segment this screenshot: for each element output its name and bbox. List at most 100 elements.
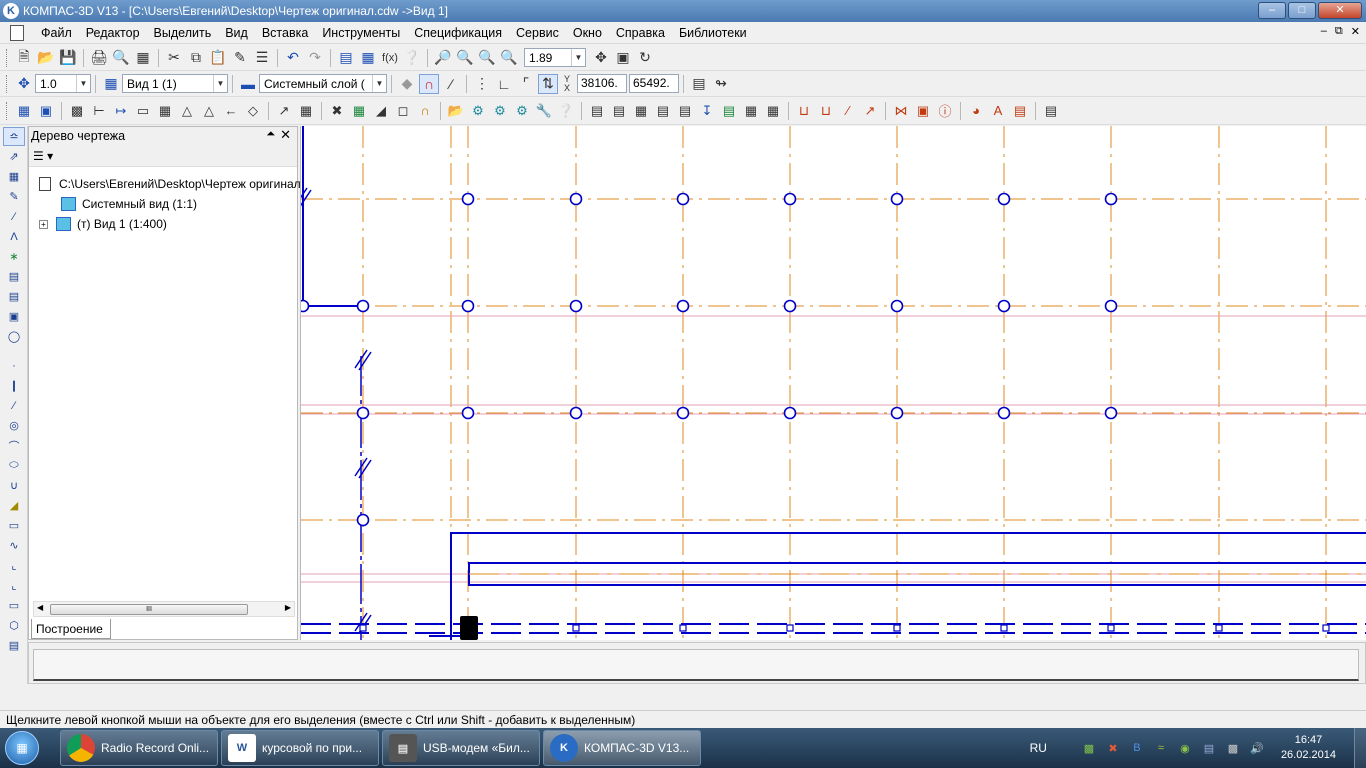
- arc-icon[interactable]: ⌒: [3, 436, 25, 455]
- minimize-button[interactable]: –: [1258, 2, 1286, 19]
- round-icon[interactable]: ⇅: [538, 73, 558, 94]
- beam-node[interactable]: [1000, 624, 1008, 632]
- print-preview-icon[interactable]: 🔍: [111, 48, 131, 68]
- geometry-panel-icon[interactable]: ▦: [14, 101, 34, 121]
- spec-sync-icon[interactable]: ▤: [719, 101, 739, 121]
- grid-icon[interactable]: ⋮: [472, 74, 492, 94]
- local-cs-icon[interactable]: ∟: [494, 74, 514, 94]
- column-node[interactable]: [997, 299, 1011, 313]
- arrow-back-icon[interactable]: ←: [221, 101, 241, 121]
- variables-icon[interactable]: ▦: [358, 48, 378, 68]
- line-dim-icon[interactable]: ↦: [111, 101, 131, 121]
- network-status-icon[interactable]: ▩: [1081, 741, 1097, 755]
- bar-icon[interactable]: ∩: [415, 101, 435, 121]
- linear-dim-icon[interactable]: ⊢: [89, 101, 109, 121]
- column-node[interactable]: [676, 192, 690, 206]
- frame-icon[interactable]: ▣: [913, 101, 933, 121]
- column-node[interactable]: [783, 299, 797, 313]
- document-icon[interactable]: [10, 24, 24, 41]
- task-chrome[interactable]: Radio Record Onli...: [60, 730, 218, 766]
- cursor-step-combo[interactable]: 1.0 ▼: [35, 74, 91, 93]
- new-document-icon[interactable]: 🗎: [14, 48, 34, 68]
- dropdown-arrow-icon[interactable]: ▼: [372, 75, 386, 92]
- zoom-in-icon[interactable]: 🔍: [455, 48, 475, 68]
- zoom-window-icon[interactable]: 🔎: [433, 48, 453, 68]
- column-node[interactable]: [676, 406, 690, 420]
- library-settings-icon[interactable]: ⚙: [512, 101, 532, 121]
- manager-icon[interactable]: ▤: [336, 48, 356, 68]
- tree-root[interactable]: C:\Users\Евгений\Desktop\Чертеж оригинал…: [39, 177, 325, 191]
- color-icon[interactable]: ◆: [397, 74, 417, 94]
- column-node[interactable]: [356, 513, 370, 527]
- current-view-combo[interactable]: Вид 1 (1) ▼: [122, 74, 228, 93]
- measure-icon[interactable]: ▦: [349, 101, 369, 121]
- measure-tool-icon[interactable]: ∗: [3, 247, 25, 266]
- pan-icon[interactable]: ✥: [591, 48, 611, 68]
- spec-table-icon[interactable]: ▦: [631, 101, 651, 121]
- table-icon[interactable]: ▦: [155, 101, 175, 121]
- beam-node[interactable]: [893, 624, 901, 632]
- expand-icon[interactable]: +: [39, 219, 48, 229]
- show-all-icon[interactable]: ▣: [613, 48, 633, 68]
- doc-close-button[interactable]: ✕: [1351, 25, 1360, 38]
- spec-text-icon[interactable]: ▦: [741, 101, 761, 121]
- tree-item-view-1[interactable]: + (т) Вид 1 (1:400): [39, 217, 167, 231]
- dropdown-arrow-icon[interactable]: ▼: [213, 75, 227, 92]
- aux-line-icon[interactable]: ❙: [3, 376, 25, 395]
- current-layer-combo[interactable]: Системный слой ( ▼: [259, 74, 387, 93]
- edit-icon[interactable]: ↗: [274, 101, 294, 121]
- close-button[interactable]: ✕: [1318, 2, 1362, 19]
- edit-tool-icon[interactable]: ∕: [3, 207, 25, 226]
- column-node[interactable]: [569, 192, 583, 206]
- column-node[interactable]: [356, 406, 370, 420]
- task-word[interactable]: W курсовой по при...: [221, 730, 379, 766]
- column-node[interactable]: [997, 192, 1011, 206]
- drawing-canvas[interactable]: [300, 126, 1366, 640]
- spec-edit-icon[interactable]: ▤: [609, 101, 629, 121]
- parameters-icon[interactable]: ▤: [689, 74, 709, 94]
- nvidia-icon[interactable]: ◉: [1177, 741, 1193, 755]
- scroll-thumb[interactable]: III: [50, 604, 248, 615]
- spec-pos-icon[interactable]: ↧: [697, 101, 717, 121]
- beam-node[interactable]: [1107, 624, 1115, 632]
- point-icon[interactable]: ·: [3, 356, 25, 375]
- menu-view[interactable]: Вид: [218, 26, 255, 40]
- print-icon[interactable]: 🖨: [89, 48, 109, 68]
- redo-icon[interactable]: ↷: [305, 48, 325, 68]
- beam-node[interactable]: [679, 624, 687, 632]
- display-icon[interactable]: ▤: [1201, 741, 1217, 755]
- weld-icon[interactable]: ⊔: [794, 101, 814, 121]
- toolbar-grip[interactable]: [6, 74, 9, 93]
- library-icon[interactable]: 📂: [446, 101, 466, 121]
- geometry-tool-icon[interactable]: ≏: [3, 127, 25, 146]
- menu-tools[interactable]: Инструменты: [315, 26, 407, 40]
- context-help-icon[interactable]: ❔: [402, 48, 422, 68]
- maximize-button[interactable]: □: [1288, 2, 1316, 19]
- column-node[interactable]: [1104, 299, 1118, 313]
- library-tools-icon[interactable]: ⚙: [490, 101, 510, 121]
- zoom-scale-icon[interactable]: 🔍: [499, 48, 519, 68]
- tree-close-icon[interactable]: ✕: [280, 127, 291, 143]
- kompas-app-icon[interactable]: K: [3, 3, 19, 19]
- spec-grid-icon[interactable]: ▦: [763, 101, 783, 121]
- b-app-icon[interactable]: B: [1129, 741, 1145, 755]
- dimensions-panel-icon[interactable]: ▣: [36, 101, 56, 121]
- triangle-icon[interactable]: △: [177, 101, 197, 121]
- cut-icon[interactable]: ✂: [164, 48, 184, 68]
- circle-icon[interactable]: ◎: [3, 416, 25, 435]
- hatch-icon[interactable]: ▩: [67, 101, 87, 121]
- menu-editor[interactable]: Редактор: [79, 26, 147, 40]
- function-icon[interactable]: f(x): [380, 48, 400, 68]
- reports-tool-icon[interactable]: ◯: [3, 327, 25, 346]
- beam-node[interactable]: [1322, 624, 1330, 632]
- select-tool-icon[interactable]: ▤: [3, 267, 25, 286]
- parametrize-tool-icon[interactable]: Λ: [3, 227, 25, 246]
- polygon-icon[interactable]: ⬡: [3, 616, 25, 635]
- select-icon[interactable]: ◢: [371, 101, 391, 121]
- page-setup-icon[interactable]: ▦: [133, 48, 153, 68]
- wrench-icon[interactable]: 🔧: [534, 101, 554, 121]
- volume-icon[interactable]: 🔊: [1249, 741, 1265, 755]
- network-icon[interactable]: ▩: [1225, 741, 1241, 755]
- task-kompas[interactable]: K КОМПАС-3D V13...: [543, 730, 701, 766]
- document-props-icon[interactable]: ▤: [1041, 101, 1061, 121]
